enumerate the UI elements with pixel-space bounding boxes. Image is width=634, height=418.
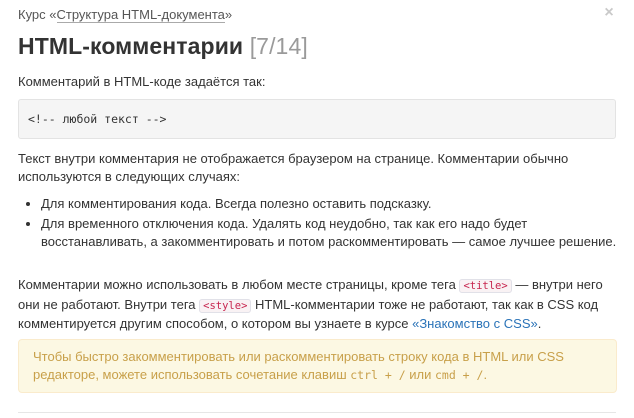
shortcut-cmd: cmd + / xyxy=(434,368,484,382)
tip-box: Чтобы быстро закомментировать или раском… xyxy=(18,339,617,393)
page-title: HTML-комментарии [7/14] xyxy=(18,33,308,60)
css-course-link[interactable]: «Знакомство с CSS» xyxy=(412,316,538,331)
lesson-progress: [7/14] xyxy=(249,33,308,59)
list-item: Для временного отключения кода. Удалять … xyxy=(41,215,631,251)
paragraph-text: Комментарии можно использовать в любом м… xyxy=(18,277,460,292)
style-tag-code: <style> xyxy=(199,298,252,313)
tip-text: или xyxy=(405,367,435,382)
page-title-text: HTML-комментарии xyxy=(18,33,244,59)
title-tag-code: <title> xyxy=(459,279,512,293)
close-icon[interactable]: × xyxy=(602,5,616,21)
course-link[interactable]: Структура HTML-документа xyxy=(56,7,225,23)
paragraph-comments-usage: Текст внутри комментария не отображается… xyxy=(18,151,569,184)
course-prefix: Курс « xyxy=(18,7,57,22)
intro-text: Комментарий в HTML-коде задаётся так: xyxy=(18,74,266,89)
list-item: Для комментирования кода. Всегда полезно… xyxy=(41,195,631,213)
divider xyxy=(18,412,616,413)
paragraph-text: . xyxy=(537,316,542,331)
course-breadcrumb: Курс «Структура HTML-документа» xyxy=(18,7,233,23)
usage-list: Для комментирования кода. Всегда полезно… xyxy=(18,195,631,253)
code-example: <!-- любой текст --> xyxy=(18,99,616,139)
tip-text: . xyxy=(483,367,488,382)
course-suffix: » xyxy=(224,7,233,22)
paragraph-comment-placement: Комментарии можно использовать в любом м… xyxy=(18,276,618,334)
shortcut-ctrl: ctrl + / xyxy=(350,368,406,382)
